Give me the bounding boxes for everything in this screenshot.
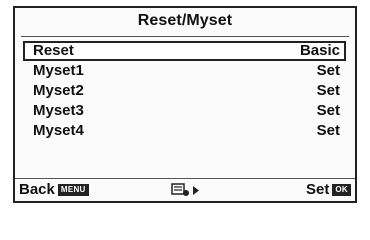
footer-bar: Back MENU Set OK (15, 179, 355, 201)
menu-button-icon: MENU (57, 184, 89, 196)
menu-item-myset3[interactable]: Myset3 Set (23, 101, 346, 121)
ok-button-icon: OK (332, 184, 351, 196)
menu-item-myset2[interactable]: Myset2 Set (23, 81, 346, 101)
menu-item-value: Basic (299, 42, 340, 59)
menu-item-value: Set (316, 102, 340, 119)
menu-item-myset4[interactable]: Myset4 Set (23, 121, 346, 141)
menu-item-reset[interactable]: Reset Basic (23, 41, 346, 61)
menu-item-value: Set (316, 62, 340, 79)
title-divider (21, 36, 349, 37)
camera-menu-screen: Reset/Myset Reset Basic Myset1 Set Myset… (13, 6, 357, 203)
set-label: Set (306, 181, 330, 198)
menu-item-value: Set (316, 82, 340, 99)
menu-item-value: Set (316, 122, 340, 139)
set-button[interactable]: Set OK (306, 181, 351, 199)
menu-item-label: Myset2 (33, 82, 84, 99)
right-arrow-icon (193, 186, 199, 195)
submenu-navigation (171, 183, 201, 197)
page-title: Reset/Myset (137, 12, 233, 29)
menu-item-label: Myset4 (33, 122, 84, 139)
menu-item-label: Myset1 (33, 62, 84, 79)
menu-item-myset1[interactable]: Myset1 Set (23, 61, 346, 81)
menu-item-label: Reset (33, 42, 74, 59)
back-label: Back (19, 181, 55, 198)
back-button[interactable]: Back MENU (19, 181, 89, 199)
reset-myset-menu: Reset Basic Myset1 Set Myset2 Set Myset3… (23, 41, 346, 141)
menu-item-label: Myset3 (33, 102, 84, 119)
submenu-icon (171, 183, 199, 196)
